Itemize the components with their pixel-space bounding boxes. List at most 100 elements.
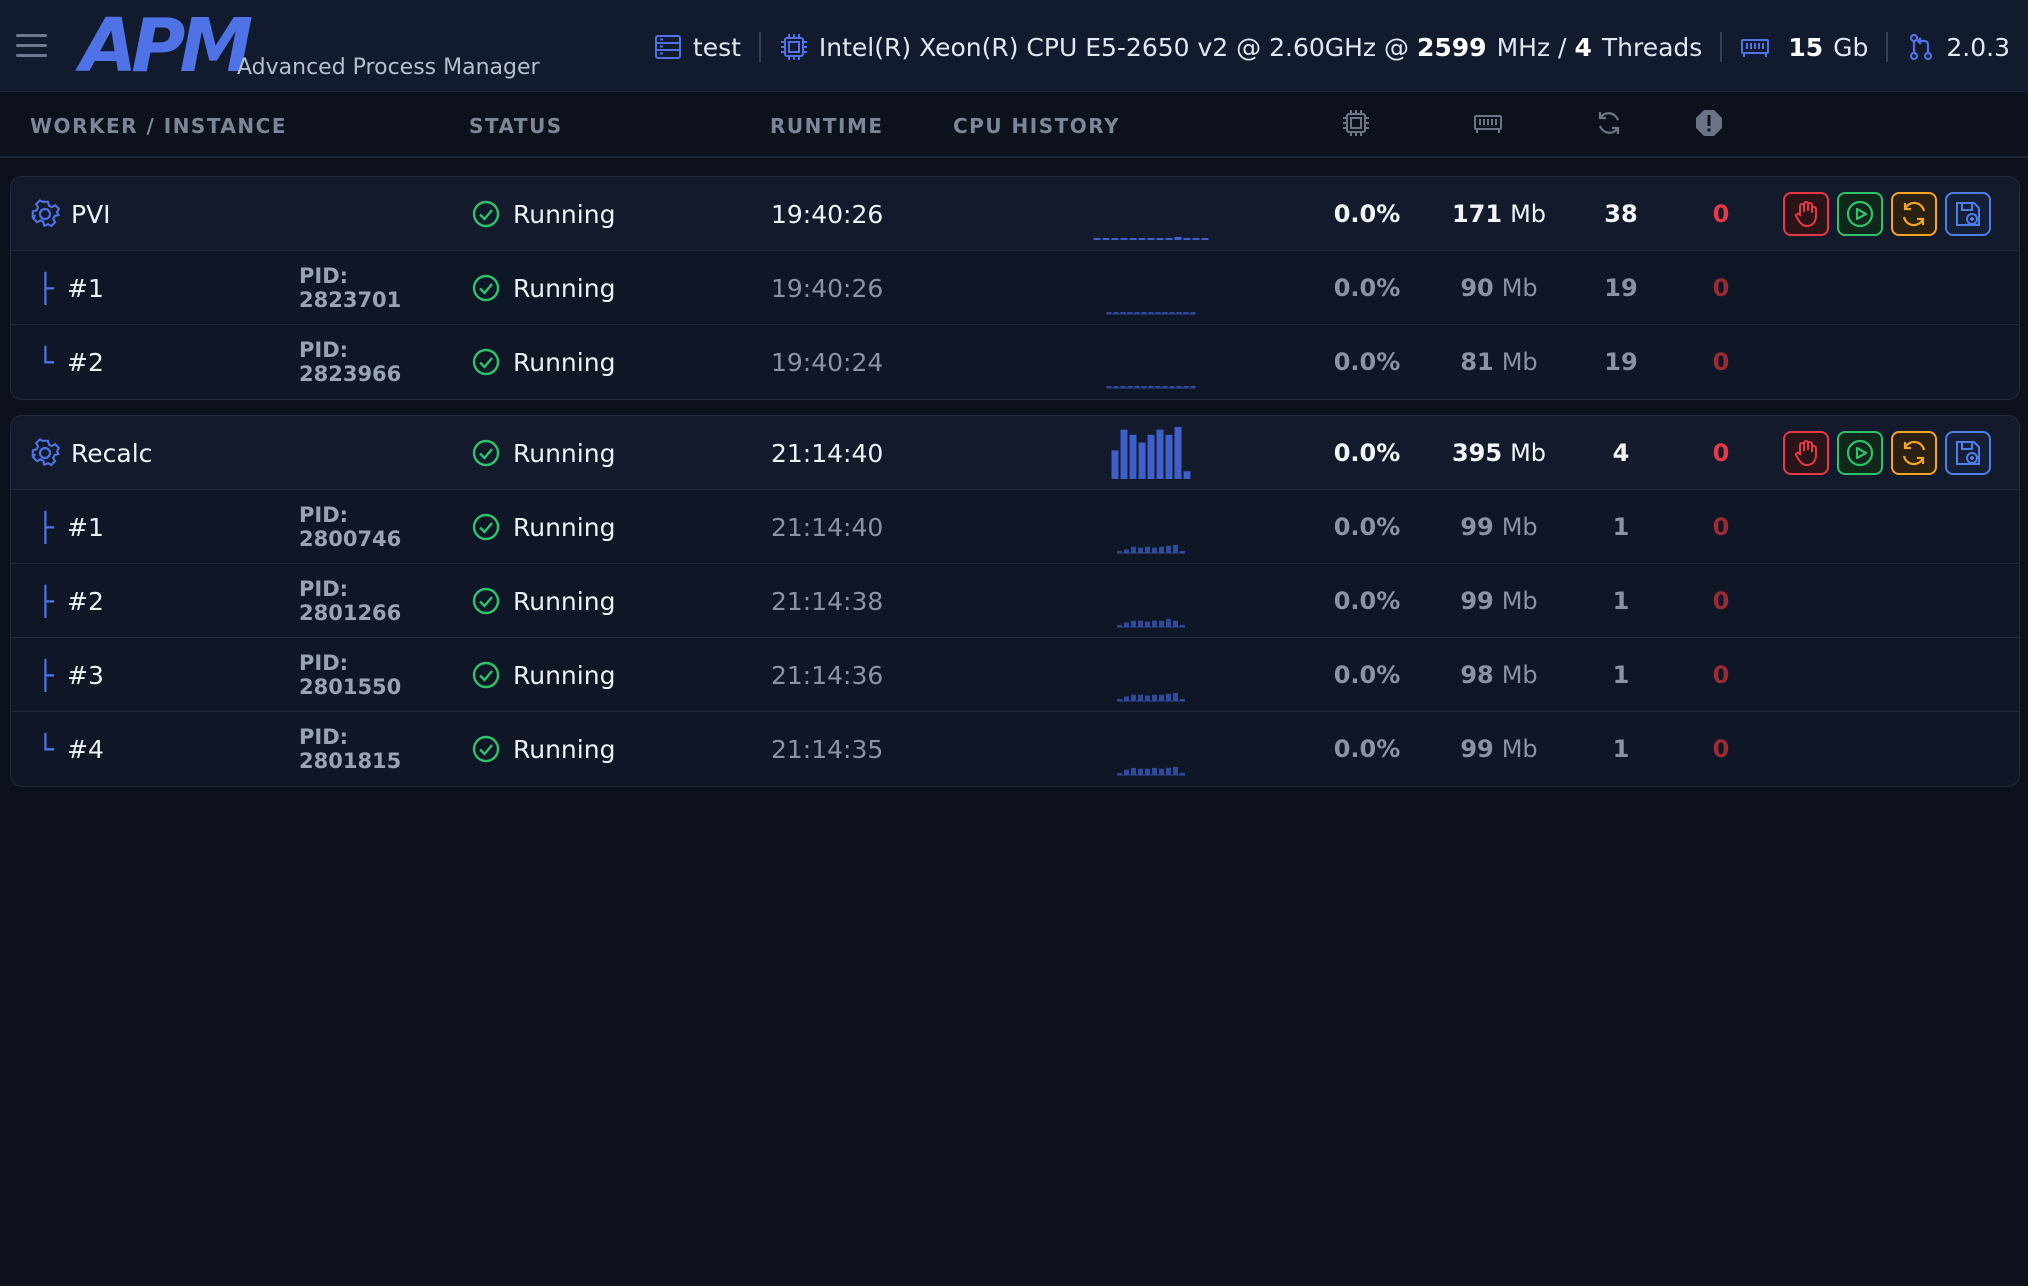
cpu-history-bar	[1129, 434, 1137, 479]
cpu-history-bar	[1111, 238, 1119, 240]
cpu-value: 0.0%	[1333, 439, 1401, 467]
tree-end-icon: └	[37, 345, 54, 379]
status-cell: Running	[471, 251, 691, 325]
cpu-history-bar	[1152, 620, 1157, 627]
hand-stop-icon	[1795, 201, 1817, 228]
cpu-history-bar	[1159, 694, 1164, 701]
start-button[interactable]	[1837, 431, 1883, 475]
memory-amount: 395	[1451, 439, 1503, 467]
worker-row[interactable]: Recalc Running 21:14:40 0.0% 395 Mb 4 0	[11, 416, 2019, 490]
status-text: Running	[513, 512, 616, 542]
instance-id: #4	[67, 734, 104, 764]
cpu-mhz: 2599	[1417, 32, 1487, 62]
restart-button[interactable]	[1891, 431, 1937, 475]
cpu-icon	[780, 34, 807, 60]
errors-value: 0	[1712, 439, 1730, 467]
check-circle-icon	[472, 735, 500, 763]
memory-unit: Mb	[1501, 587, 1538, 615]
cpu-threads-label: Threads	[1601, 32, 1703, 62]
memory-value: 99 Mb	[1429, 712, 1569, 786]
stop-button[interactable]	[1783, 192, 1829, 236]
divider	[758, 32, 761, 62]
cpu-history-bar	[1147, 434, 1155, 479]
cpu-history-bar	[1159, 768, 1164, 775]
memory-amount: 99	[1460, 513, 1494, 541]
cpu-value: 0.0%	[1333, 274, 1401, 302]
restarts-value: 1	[1612, 587, 1630, 615]
restart-icon	[1598, 112, 1620, 134]
column-runtime: RUNTIME	[770, 114, 884, 138]
cpu-history-bar	[1192, 238, 1200, 240]
cpu-history-sparkline	[1117, 692, 1185, 702]
memory-unit: Mb	[1501, 348, 1538, 376]
save-config-button[interactable]	[1945, 192, 1991, 236]
errors-value: 0	[1712, 513, 1730, 541]
cpu-history-sparkline	[1093, 236, 1209, 240]
version-info: 2.0.3	[1906, 32, 2010, 62]
cpu-history-bar	[1138, 768, 1143, 775]
menu-icon[interactable]	[16, 34, 47, 58]
instance-row[interactable]: ├ #1 PID: 2800746 Running 21:14:40 0.0% 9…	[11, 490, 2019, 564]
cpu-history-bar	[1129, 238, 1137, 240]
cpu-threads: 4	[1574, 32, 1592, 62]
memory-value: 81 Mb	[1429, 325, 1569, 399]
host-name: test	[692, 32, 741, 62]
instance-id: #3	[67, 660, 104, 690]
cpu-history-bar	[1131, 546, 1136, 553]
instance-row[interactable]: └ #2 PID: 2823966 Running 19:40:24 0.0% 8…	[11, 325, 2019, 399]
cpu-history-bar	[1138, 547, 1143, 553]
status-text: Running	[513, 199, 616, 229]
worker-name: Recalc	[71, 438, 153, 468]
memory-icon	[1741, 39, 1770, 57]
worker-row[interactable]: PVI Running 19:40:26 0.0% 171 Mb 38 0	[11, 177, 2019, 251]
restarts-value: 1	[1612, 661, 1630, 689]
errors-value: 0	[1712, 735, 1730, 763]
memory-amount: 98	[1460, 661, 1494, 689]
memory-unit: Mb	[1501, 513, 1538, 541]
memory-unit: Mb	[1510, 439, 1547, 467]
cpu-history-bar	[1173, 766, 1178, 775]
cpu-icon	[1343, 110, 1369, 136]
status-cell: Running	[471, 638, 691, 712]
restart-icon	[1902, 440, 1926, 466]
status-cell: Running	[471, 416, 691, 490]
status-text: Running	[513, 438, 616, 468]
cpu-history-bar	[1131, 694, 1136, 701]
cpu-history-cell	[1091, 490, 1231, 564]
restart-button[interactable]	[1891, 192, 1937, 236]
instance-row[interactable]: ├ #2 PID: 2801266 Running 21:14:38 0.0% 9…	[11, 564, 2019, 638]
memory-amount: 81	[1460, 348, 1494, 376]
alert-icon	[1696, 110, 1722, 136]
save-config-button[interactable]	[1945, 431, 1991, 475]
status-text: Running	[513, 347, 616, 377]
status-cell: Running	[471, 564, 691, 638]
worker-name: PVI	[71, 199, 111, 229]
table-header: WORKER / INSTANCE STATUS RUNTIME CPU HIS…	[0, 92, 2028, 158]
restarts-value: 1	[1612, 513, 1630, 541]
instance-name-cell: ├ #1	[37, 251, 317, 325]
instance-row[interactable]: ├ #1 PID: 2823701 Running 19:40:26 0.0% 9…	[11, 251, 2019, 325]
memory-unit: Mb	[1501, 661, 1538, 689]
stop-button[interactable]	[1783, 431, 1829, 475]
cpu-value: 0.0%	[1333, 200, 1401, 228]
cpu-history-cell	[1091, 638, 1231, 712]
start-button[interactable]	[1837, 192, 1883, 236]
cpu-history-bar	[1138, 694, 1143, 701]
memory-unit: Mb	[1501, 735, 1538, 763]
cpu-history-bar	[1147, 238, 1155, 240]
instance-id: #2	[67, 586, 104, 616]
instance-name-cell: ├ #3	[37, 638, 317, 712]
runtime-value: 21:14:36	[771, 660, 884, 690]
instance-row[interactable]: ├ #3 PID: 2801550 Running 21:14:36 0.0% 9…	[11, 638, 2019, 712]
pid-label: PID: 2800746	[299, 503, 402, 551]
runtime-value: 21:14:40	[771, 512, 884, 542]
check-circle-icon	[472, 513, 500, 541]
column-worker: WORKER / INSTANCE	[30, 114, 287, 138]
memory-amount: 90	[1460, 274, 1494, 302]
cpu-history-bar	[1124, 622, 1129, 627]
cpu-history-bar	[1093, 238, 1101, 240]
cpu-history-bar	[1174, 427, 1182, 479]
cpu-history-bar	[1124, 769, 1129, 775]
cpu-history-cell	[1091, 177, 1231, 251]
instance-row[interactable]: └ #4 PID: 2801815 Running 21:14:35 0.0% 9…	[11, 712, 2019, 786]
